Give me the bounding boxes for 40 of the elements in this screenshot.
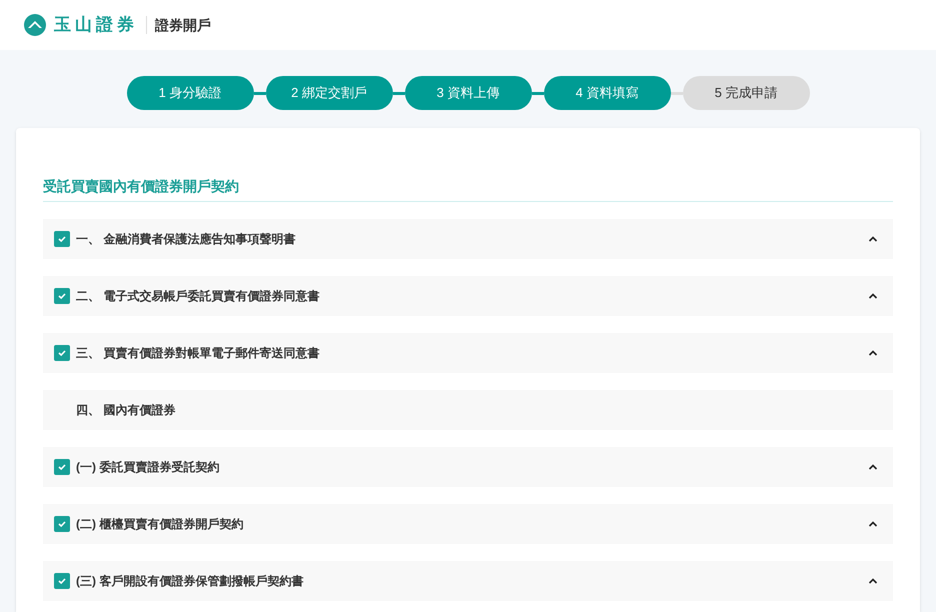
checkbox[interactable] bbox=[54, 459, 70, 475]
agreement-title: 三、 買賣有價證券對帳單電子郵件寄送同意書 bbox=[76, 345, 320, 362]
checkmark-icon bbox=[57, 519, 67, 529]
checkbox[interactable] bbox=[54, 231, 70, 247]
agreement-row[interactable]: (二) 櫃檯買賣有價證券開戶契約 bbox=[43, 504, 893, 544]
checkmark-icon bbox=[57, 576, 67, 586]
step-pill: 5 完成申請 bbox=[682, 76, 810, 110]
checkbox[interactable] bbox=[54, 345, 70, 361]
group-heading: 四、 國內有價證券 bbox=[76, 402, 176, 419]
step-pill: 4 資料填寫 bbox=[544, 76, 670, 110]
checkmark-icon bbox=[57, 348, 67, 358]
mountain-logo-icon bbox=[24, 14, 46, 36]
brand-name: 玉山證券 bbox=[54, 14, 138, 36]
agreement-title: (二) 櫃檯買賣有價證券開戶契約 bbox=[76, 516, 244, 533]
agreement-row[interactable]: 二、 電子式交易帳戶委託買賣有價證券同意書 bbox=[43, 276, 893, 316]
agreement-title: (一) 委託買賣證券受託契約 bbox=[76, 459, 220, 476]
checkbox[interactable] bbox=[54, 516, 70, 532]
agreement-title: 一、 金融消費者保護法應告知事項聲明書 bbox=[76, 231, 296, 248]
agreement-row[interactable]: 三、 買賣有價證券對帳單電子郵件寄送同意書 bbox=[43, 333, 893, 373]
chevron-up-icon[interactable] bbox=[868, 464, 878, 470]
step-pill: 3 資料上傳 bbox=[404, 76, 532, 110]
checkmark-icon bbox=[57, 462, 67, 472]
page-title: 證券開戶 bbox=[155, 16, 211, 34]
agreement-row[interactable]: (三) 客戶開設有價證券保管劃撥帳戶契約書 bbox=[43, 561, 893, 601]
chevron-up-icon[interactable] bbox=[868, 578, 878, 584]
chevron-up-icon[interactable] bbox=[868, 293, 878, 299]
chevron-up-icon[interactable] bbox=[868, 350, 878, 356]
step-pill: 1 身分驗證 bbox=[126, 76, 254, 110]
step-pill: 2 綁定交割戶 bbox=[266, 76, 392, 110]
checkmark-icon bbox=[57, 291, 67, 301]
checkbox[interactable] bbox=[54, 573, 70, 589]
checkbox[interactable] bbox=[54, 288, 70, 304]
chevron-up-icon[interactable] bbox=[868, 236, 878, 242]
agreement-row[interactable]: 一、 金融消費者保護法應告知事項聲明書 bbox=[43, 219, 893, 259]
agreement-title: 二、 電子式交易帳戶委託買賣有價證券同意書 bbox=[76, 288, 320, 305]
section-title: 受託買賣國內有價證券開戶契約 bbox=[43, 176, 893, 202]
agreement-title: (三) 客戶開設有價證券保管劃撥帳戶契約書 bbox=[76, 573, 304, 590]
chevron-up-icon[interactable] bbox=[868, 521, 878, 527]
agreement-row[interactable]: (一) 委託買賣證券受託契約 bbox=[43, 447, 893, 487]
checkmark-icon bbox=[57, 234, 67, 244]
